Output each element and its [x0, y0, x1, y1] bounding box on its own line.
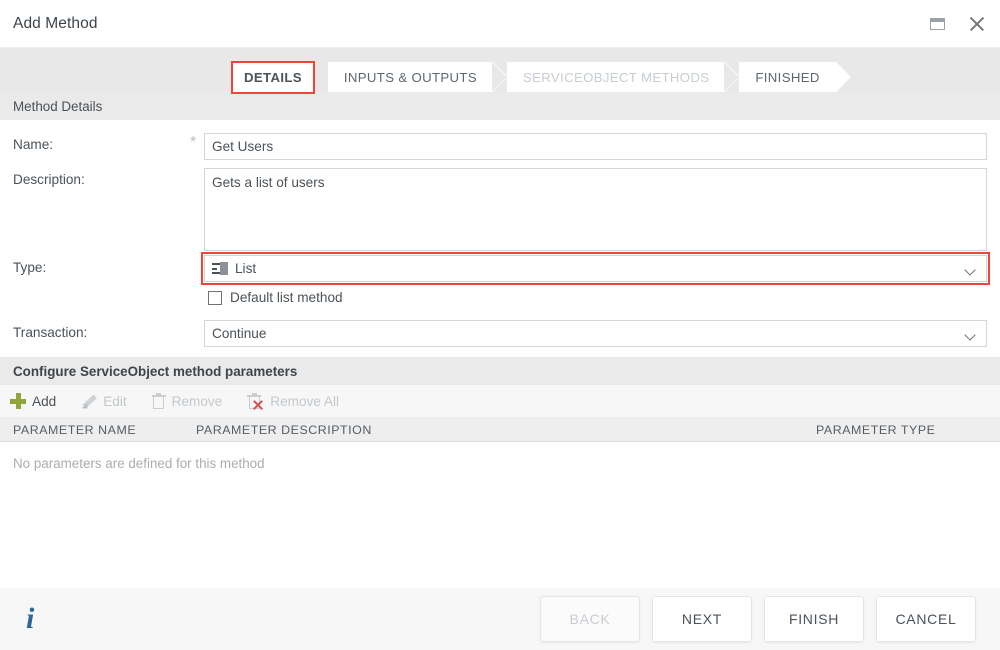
parameters-table-header: PARAMETER NAME PARAMETER DESCRIPTION PAR… [0, 417, 1000, 442]
column-header-parameter-name[interactable]: PARAMETER NAME [13, 417, 136, 442]
trash-icon [152, 393, 166, 409]
list-type-icon [212, 262, 228, 275]
wizard-step-inputs-outputs-label: INPUTS & OUTPUTS [344, 70, 477, 85]
restore-window-icon [930, 18, 945, 30]
plus-icon [10, 393, 26, 409]
close-icon [969, 16, 985, 32]
dialog-footer: i BACK NEXT FINISH CANCEL [0, 588, 1000, 650]
next-button[interactable]: NEXT [652, 596, 752, 642]
type-label: Type: [13, 260, 46, 275]
remove-all-parameters-button[interactable]: Remove All [247, 393, 339, 409]
transaction-select-value: Continue [212, 326, 266, 341]
configure-parameters-section-header: Configure ServiceObject method parameter… [0, 357, 1000, 385]
footer-buttons: BACK NEXT FINISH CANCEL [540, 596, 976, 642]
type-row: Type: List [0, 255, 1000, 282]
trash-x-icon [247, 393, 264, 409]
restore-window-button[interactable] [924, 11, 950, 37]
transaction-label: Transaction: [13, 325, 87, 340]
wizard-step-bar: DETAILS INPUTS & OUTPUTS SERVICEOBJECT M… [0, 47, 1000, 92]
method-details-section-label: Method Details [13, 99, 102, 114]
edit-parameter-button[interactable]: Edit [81, 393, 126, 409]
chevron-down-icon [966, 331, 975, 340]
close-button[interactable] [964, 11, 990, 37]
name-input-value: Get Users [212, 139, 273, 154]
wizard-step-serviceobject-methods[interactable]: SERVICEOBJECT METHODS [507, 62, 725, 93]
name-required-marker: * [190, 135, 196, 151]
wizard-step-finished[interactable]: FINISHED [739, 62, 835, 93]
configure-parameters-section-label: Configure ServiceObject method parameter… [13, 364, 297, 379]
wizard-step-inputs-outputs[interactable]: INPUTS & OUTPUTS [328, 62, 493, 93]
checkbox-box-icon [208, 291, 222, 305]
name-label: Name: [13, 137, 53, 152]
type-select-value: List [235, 261, 256, 276]
description-textarea[interactable]: Gets a list of users [204, 168, 987, 251]
wizard-steps: DETAILS INPUTS & OUTPUTS SERVICEOBJECT M… [232, 62, 850, 93]
parameters-toolbar: Add Edit Remove Remove All [0, 385, 1000, 417]
wizard-step-details[interactable]: DETAILS [232, 62, 314, 93]
default-list-method-checkbox[interactable]: Default list method [208, 290, 343, 305]
description-label: Description: [13, 172, 85, 187]
remove-parameter-button[interactable]: Remove [152, 393, 223, 409]
description-textarea-value: Gets a list of users [212, 175, 325, 190]
add-parameter-label: Add [32, 394, 56, 409]
method-details-section-header: Method Details [0, 92, 1000, 120]
default-list-method-label: Default list method [230, 290, 343, 305]
cancel-button[interactable]: CANCEL [876, 596, 976, 642]
name-input[interactable]: Get Users [204, 133, 987, 160]
pencil-icon [81, 393, 97, 409]
parameters-empty-message: No parameters are defined for this metho… [13, 456, 265, 471]
title-bar: Add Method [0, 0, 1000, 47]
remove-parameter-label: Remove [172, 394, 223, 409]
add-method-dialog: Add Method DETAILS INPUTS & OUTPUTS SERV… [0, 0, 1000, 650]
wizard-step-finished-label: FINISHED [755, 70, 819, 85]
window-controls [924, 0, 990, 47]
wizard-step-serviceobject-methods-label: SERVICEOBJECT METHODS [523, 70, 709, 85]
chevron-down-icon [966, 266, 975, 275]
remove-all-parameters-label: Remove All [270, 394, 339, 409]
back-button[interactable]: BACK [540, 596, 640, 642]
info-icon[interactable]: i [26, 605, 34, 633]
transaction-select[interactable]: Continue [204, 320, 987, 347]
column-header-parameter-type[interactable]: PARAMETER TYPE [816, 417, 935, 442]
finish-button[interactable]: FINISH [764, 596, 864, 642]
add-parameter-button[interactable]: Add [10, 393, 56, 409]
edit-parameter-label: Edit [103, 394, 126, 409]
dialog-title: Add Method [13, 15, 98, 33]
column-header-parameter-description[interactable]: PARAMETER DESCRIPTION [196, 417, 372, 442]
wizard-step-details-label: DETAILS [244, 70, 302, 85]
type-select[interactable]: List [204, 255, 987, 282]
transaction-row: Transaction: Continue [0, 320, 1000, 347]
